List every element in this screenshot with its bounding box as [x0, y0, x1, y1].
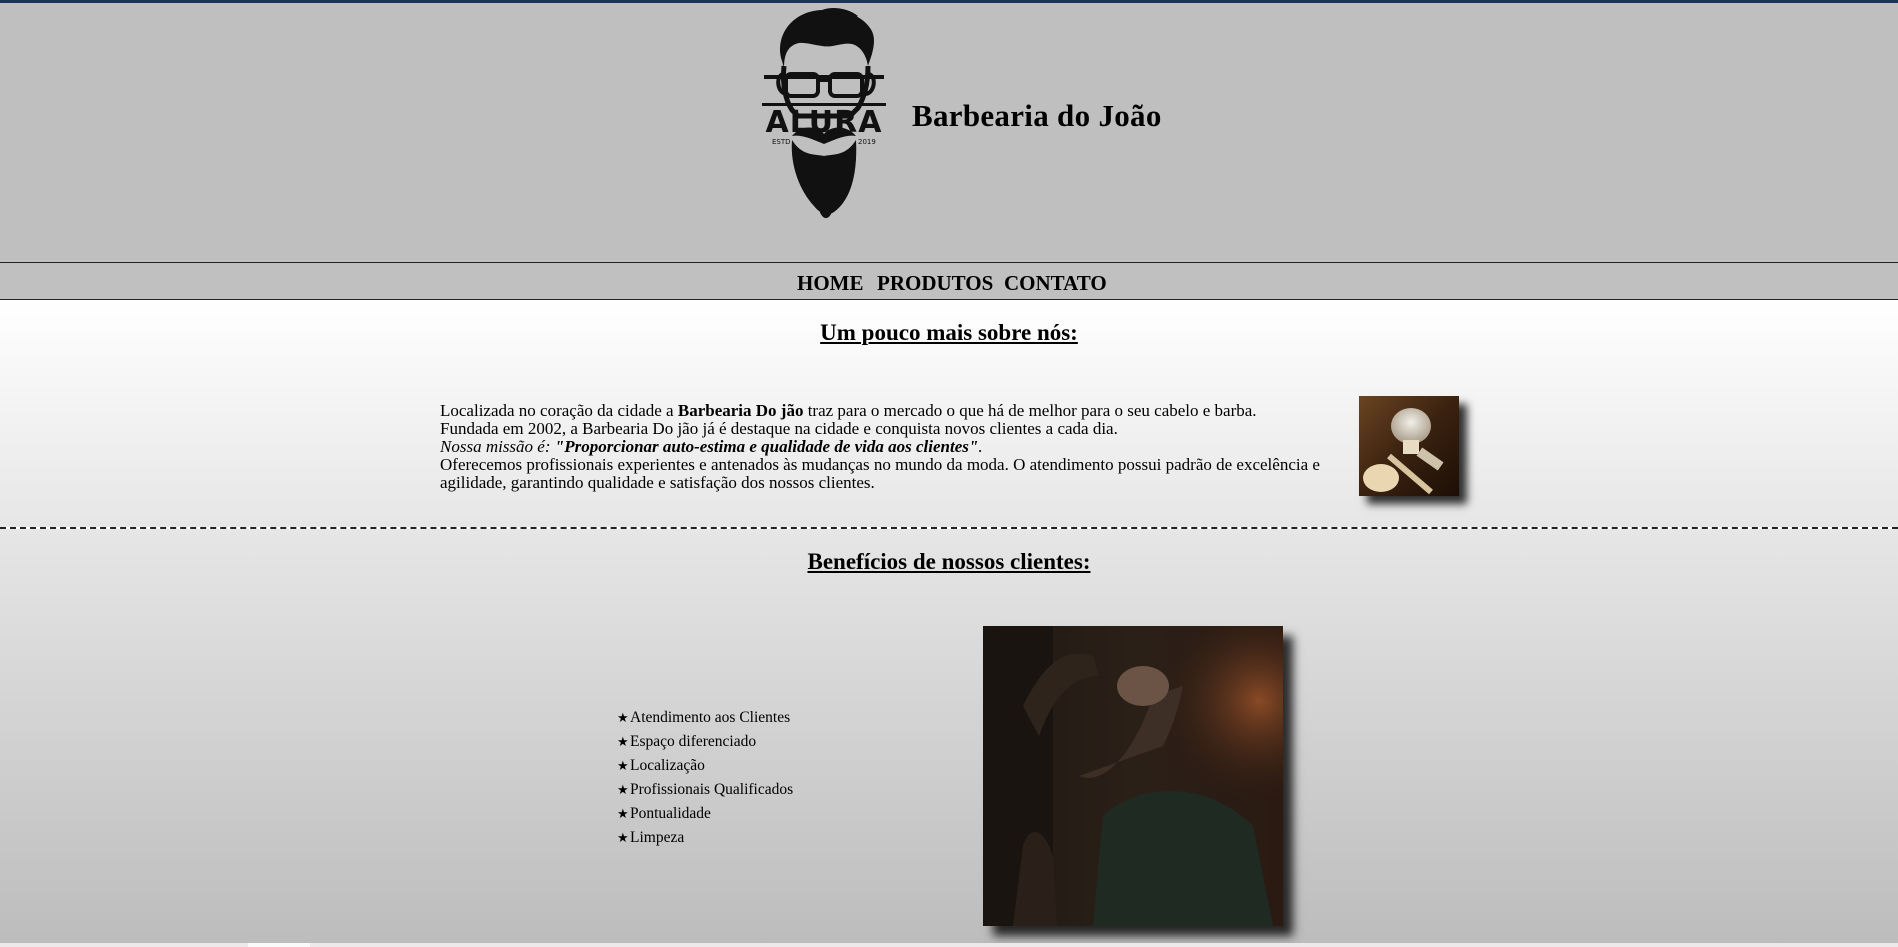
- shaving-brush-image: [1359, 396, 1459, 496]
- mission-label: Nossa missão é:: [440, 437, 555, 456]
- horizontal-scrollbar[interactable]: [0, 943, 1898, 947]
- mission-text: "Proporcionar auto-estima e qualidade de…: [554, 437, 979, 456]
- nav-home-link[interactable]: HOME: [797, 271, 864, 296]
- barber-shaving-image: [983, 626, 1283, 926]
- list-item: ★Espaço diferenciado: [617, 730, 793, 754]
- star-icon: ★: [617, 710, 629, 725]
- benefit-label: Atendimento aos Clientes: [630, 709, 791, 726]
- list-item: ★Profissionais Qualificados: [617, 778, 793, 802]
- about-line1-start: Localizada no coração da cidade a: [440, 401, 678, 420]
- about-founded: Fundada em 2002, a Barbearia Do jão já é…: [440, 419, 1118, 438]
- svg-text:ESTD: ESTD: [772, 138, 791, 146]
- about-line1-end: traz para o mercado o que há de melhor p…: [803, 401, 1257, 420]
- scrollbar-thumb[interactable]: [248, 943, 310, 947]
- benefit-label: Espaço diferenciado: [630, 733, 757, 750]
- about-paragraph: Localizada no coração da cidade a Barbea…: [440, 402, 1360, 420]
- benefits-list: ★Atendimento aos Clientes ★Espaço difere…: [617, 706, 793, 850]
- alura-beard-logo: ALURA ESTD 2019: [762, 8, 886, 219]
- star-icon: ★: [617, 782, 629, 797]
- about-mission: Nossa missão é: "Proporcionar auto-estim…: [440, 438, 1360, 456]
- list-item: ★Localização: [617, 754, 793, 778]
- benefit-label: Pontualidade: [630, 805, 711, 822]
- benefit-label: Profissionais Qualificados: [630, 781, 794, 798]
- list-item: ★Pontualidade: [617, 802, 793, 826]
- benefits-heading: Benefícios de nossos clientes:: [807, 549, 1091, 574]
- star-icon: ★: [617, 806, 629, 821]
- list-item: ★Limpeza: [617, 826, 793, 850]
- benefit-label: Localização: [630, 757, 705, 774]
- star-icon: ★: [617, 830, 629, 845]
- benefits-section: Benefícios de nossos clientes: ★Atendime…: [0, 529, 1898, 947]
- star-icon: ★: [617, 734, 629, 749]
- star-icon: ★: [617, 758, 629, 773]
- about-text: Localizada no coração da cidade a Barbea…: [440, 402, 1360, 492]
- site-title: Barbearia do João: [912, 98, 1162, 133]
- nav-contato-link[interactable]: CONTATO: [1004, 271, 1107, 296]
- nav-produtos-link[interactable]: PRODUTOS: [877, 271, 993, 296]
- svg-text:2019: 2019: [858, 138, 876, 146]
- about-services: Oferecemos profissionais experientes e a…: [440, 455, 1320, 492]
- about-heading: Um pouco mais sobre nós:: [820, 320, 1078, 345]
- mission-end: .: [978, 437, 983, 456]
- about-section: Um pouco mais sobre nós: Localizada no c…: [0, 300, 1898, 529]
- brand-name: Barbearia Do jão: [677, 401, 804, 420]
- main-nav: HOME PRODUTOS CONTATO: [0, 262, 1898, 300]
- benefit-label: Limpeza: [630, 829, 685, 846]
- site-header: ALURA ESTD 2019 Barbearia do João: [0, 3, 1898, 262]
- list-item: ★Atendimento aos Clientes: [617, 706, 793, 730]
